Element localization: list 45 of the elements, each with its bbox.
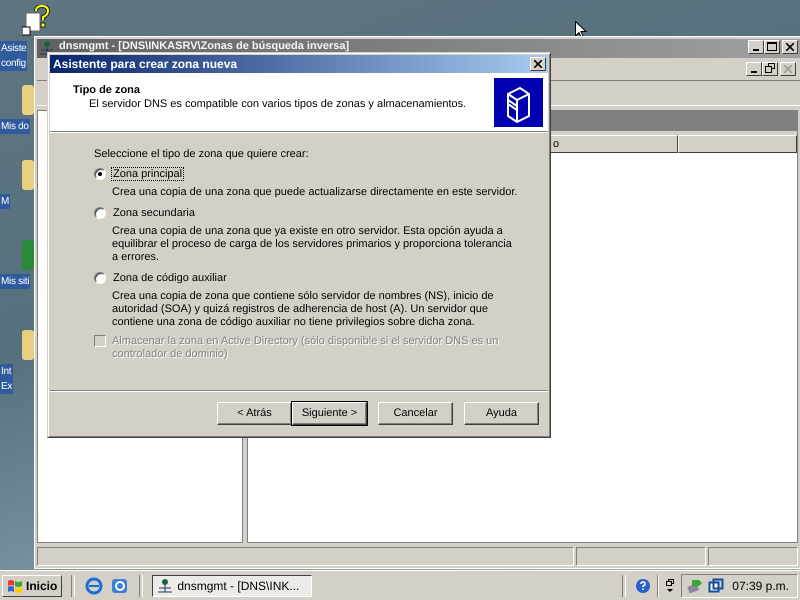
radio-button[interactable] (94, 207, 106, 219)
minimize-icon (753, 49, 759, 51)
close-button[interactable] (782, 40, 798, 54)
option-description: Crea una copia de zona que contiene sólo servidor de nombres (NS), inicio de autoridad (SOA) y quizá registros de adherencia de host (A). Un servidor que contiene una zona de código auxiliar no tiene privilegios sobre dicha zona. (111, 290, 495, 329)
desktop-icon-label[interactable]: Int Ex (0, 364, 14, 394)
help-icon[interactable] (635, 578, 652, 594)
maximize-button[interactable] (764, 40, 780, 54)
dialog-button[interactable]: Siguiente > (292, 402, 367, 424)
desktop-icon-label[interactable]: Mis do (0, 119, 30, 134)
close-icon (534, 60, 542, 68)
close-button[interactable] (530, 57, 546, 71)
taskbar-button[interactable]: dnsmgmt - [DNS\INK... (152, 574, 312, 596)
radio-button[interactable] (94, 168, 106, 180)
desktop-icon-label[interactable]: M (0, 194, 10, 209)
dns-icon (39, 40, 55, 56)
option-description: Crea una copia de una zona que puede actualizarse directamente en este servidor. (111, 186, 518, 199)
windows-menu-icon[interactable] (665, 578, 676, 594)
dialog-title: Asistente para crear zona nueva (53, 57, 238, 71)
close-icon (784, 65, 792, 73)
window-title: dnsmgmt - [DNS\INKASRV\Zonas de búsqueda inversa] (59, 40, 350, 52)
minimize-button[interactable] (746, 62, 762, 76)
dialog-button[interactable]: Ayuda (464, 402, 539, 424)
page-heading: Tipo de zona (73, 84, 142, 96)
clock: 07:39 p.m. (732, 578, 789, 592)
start-button[interactable]: Inicio (2, 574, 62, 596)
server-icon (494, 78, 543, 126)
option-description: Crea una copia de una zona que ya existe en otro servidor. Esta opción ayuda a equilibrar el proceso de carga de los servidores primarios y proporciona tolerancia a errores. (111, 225, 513, 264)
dns-icon (157, 578, 174, 594)
restore-button[interactable] (762, 62, 778, 76)
page-subheading: El servidor DNS es compatible con varios tipos de zonas y almacenamientos. (88, 98, 466, 110)
prompt-text: Seleccione el tipo de zona que quiere crear: (94, 148, 310, 160)
radio-button[interactable] (94, 272, 106, 284)
radio-option[interactable]: Zona secundaria (94, 205, 518, 221)
maximize-icon (767, 42, 777, 51)
dialog-button[interactable]: < Atrás (217, 402, 292, 424)
desktop-icon-label[interactable]: Mis siti (0, 274, 30, 289)
column-header[interactable] (678, 135, 797, 153)
windows-logo-icon (7, 578, 23, 592)
radio-option[interactable]: Zona de código auxiliar (94, 270, 518, 286)
minimize-button[interactable] (748, 40, 764, 54)
dialog-button[interactable]: Cancelar (378, 402, 453, 424)
radio-option[interactable]: Zona principal (94, 166, 518, 182)
minimize-icon (751, 71, 757, 73)
desktop-icon-label[interactable]: Asiste config (0, 41, 28, 71)
close-icon (786, 43, 794, 51)
